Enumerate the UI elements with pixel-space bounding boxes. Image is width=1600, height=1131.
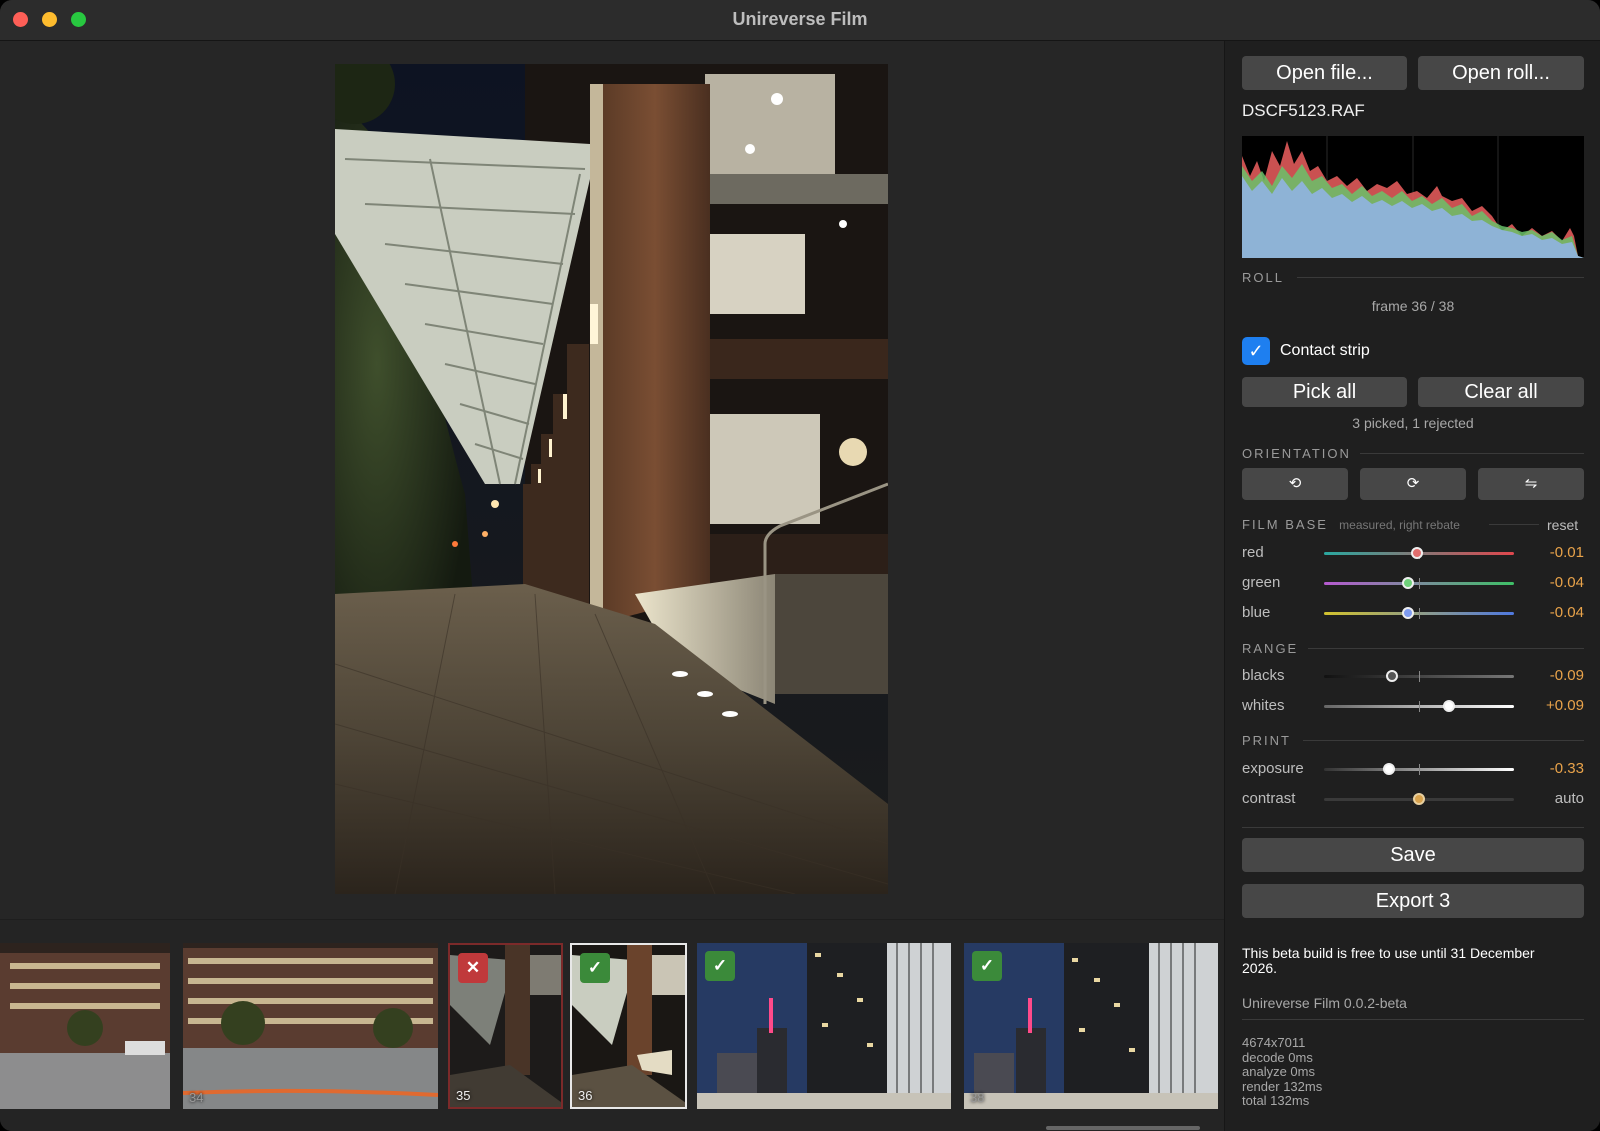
panel-divider <box>1242 827 1584 828</box>
green-slider-knob[interactable] <box>1402 577 1414 589</box>
stat-decode: decode 0ms <box>1242 1049 1313 1065</box>
exposure-value: -0.33 <box>1549 760 1584 777</box>
stat-total: total 132ms <box>1242 1093 1310 1108</box>
frame-counter: frame 36 / 38 <box>1371 298 1455 314</box>
panel-divider <box>1242 1019 1584 1020</box>
film-base-section-heading: FILM BASE measured, right rebate <box>1242 517 1460 532</box>
filmstrip[interactable]: 34 ✕ 35 ✓ 36 ✓ ✓ 38 <box>0 919 1224 1131</box>
section-divider <box>1303 740 1584 741</box>
film-base-note: measured, right rebate <box>1339 518 1460 532</box>
section-divider <box>1297 277 1584 278</box>
frame-thumbnail <box>964 943 1218 1109</box>
beta-notice: This beta build is free to use until 31 … <box>1242 945 1535 976</box>
green-label: green <box>1242 574 1281 591</box>
blue-value: -0.04 <box>1549 604 1584 621</box>
window-title: Unireverse Film <box>732 9 868 29</box>
filmstrip-frame[interactable]: 34 <box>183 943 438 1109</box>
red-label: red <box>1242 544 1264 561</box>
frame-number: 34 <box>189 1090 204 1105</box>
main-photo[interactable] <box>335 64 888 894</box>
photo-render <box>335 64 888 894</box>
exposure-slider-knob[interactable] <box>1383 763 1395 775</box>
frame-thumbnail <box>0 943 170 1109</box>
blue-label: blue <box>1242 604 1271 621</box>
contrast-label: contrast <box>1242 790 1296 807</box>
filmstrip-scrollbar[interactable] <box>1046 1126 1200 1130</box>
rotate-left-button[interactable]: ⟲ <box>1242 468 1348 500</box>
red-value: -0.01 <box>1549 544 1584 561</box>
histogram <box>1242 136 1584 258</box>
rotate-right-button[interactable]: ⟳ <box>1360 468 1466 500</box>
section-divider <box>1360 453 1584 454</box>
whites-label: whites <box>1242 697 1285 714</box>
section-divider <box>1489 524 1539 525</box>
clear-all-button[interactable]: Clear all <box>1418 377 1584 407</box>
contact-strip-checkbox[interactable]: ✓ <box>1242 337 1270 365</box>
open-roll-button[interactable]: Open roll... <box>1418 56 1584 90</box>
whites-slider-center-tick <box>1419 701 1420 712</box>
save-button[interactable]: Save <box>1242 838 1584 872</box>
blue-slider-knob[interactable] <box>1402 607 1414 619</box>
frame-thumbnail <box>697 943 951 1109</box>
blacks-value: -0.09 <box>1549 667 1584 684</box>
version-text: Unireverse Film 0.0.2-beta <box>1242 995 1407 1011</box>
control-panel: Open file... Open roll... DSCF5123.RAF R… <box>1224 41 1600 1131</box>
green-value: -0.04 <box>1549 574 1584 591</box>
whites-slider-knob[interactable] <box>1443 700 1455 712</box>
open-file-button[interactable]: Open file... <box>1242 56 1407 90</box>
frame-number: 35 <box>456 1088 471 1103</box>
frame-number: 38 <box>970 1090 985 1105</box>
stat-render: render 132ms <box>1242 1078 1323 1094</box>
app-window: Unireverse Film 34 ✕ 35 ✓ 36 ✓ ✓ 38 Open… <box>0 0 1600 1131</box>
filmstrip-frame-selected[interactable]: ✓ 36 <box>570 943 687 1109</box>
whites-value: +0.09 <box>1546 697 1584 714</box>
blacks-slider-center-tick <box>1419 671 1420 682</box>
print-section-heading: PRINT <box>1242 733 1291 748</box>
pick-all-button[interactable]: Pick all <box>1242 377 1407 407</box>
picked-badge[interactable]: ✓ <box>580 953 610 983</box>
blacks-slider-knob[interactable] <box>1386 670 1398 682</box>
frame-number: 36 <box>578 1088 593 1103</box>
histogram-graph <box>1242 136 1584 258</box>
film-base-heading: FILM BASE <box>1242 517 1328 532</box>
picked-badge[interactable]: ✓ <box>972 951 1002 981</box>
filmstrip-frame[interactable]: ✓ 38 <box>964 943 1218 1109</box>
contrast-slider-knob[interactable] <box>1413 793 1425 805</box>
file-name: DSCF5123.RAF <box>1242 101 1365 120</box>
filmstrip-frame[interactable] <box>0 943 170 1109</box>
green-slider-center-tick <box>1419 578 1420 589</box>
range-section-heading: RANGE <box>1242 641 1299 656</box>
film-base-reset-button[interactable]: reset <box>1547 517 1578 533</box>
rejected-badge[interactable]: ✕ <box>458 953 488 983</box>
exposure-label: exposure <box>1242 760 1304 777</box>
image-viewer <box>0 41 1224 919</box>
export-button[interactable]: Export 3 <box>1242 884 1584 918</box>
stat-analyze: analyze 0ms <box>1242 1064 1315 1079</box>
rotate-left-icon: ⟲ <box>1288 475 1302 492</box>
stat-dimensions: 4674x7011 <box>1242 1035 1306 1050</box>
filmstrip-frame-rejected[interactable]: ✕ 35 <box>448 943 563 1109</box>
contact-strip-label[interactable]: Contact strip <box>1280 342 1370 360</box>
filmstrip-frame[interactable]: ✓ <box>697 943 951 1109</box>
flip-button[interactable]: ⇋ <box>1478 468 1584 500</box>
frame-thumbnail <box>183 943 438 1109</box>
rotate-right-icon: ⟳ <box>1406 475 1420 492</box>
roll-section-heading: ROLL <box>1242 270 1284 285</box>
section-divider <box>1308 648 1584 649</box>
pick-summary: 3 picked, 1 rejected <box>1352 415 1474 431</box>
render-stats: 4674x7011 decode 0ms analyze 0ms render … <box>1242 1035 1323 1109</box>
red-slider-knob[interactable] <box>1411 547 1423 559</box>
orientation-section-heading: ORIENTATION <box>1242 446 1351 461</box>
picked-badge[interactable]: ✓ <box>705 951 735 981</box>
contrast-value: auto <box>1554 790 1584 807</box>
title-bar: Unireverse Film <box>0 0 1600 41</box>
exposure-slider-center-tick <box>1419 764 1420 775</box>
flip-icon: ⇋ <box>1524 475 1538 492</box>
blue-slider-center-tick <box>1419 608 1420 619</box>
blacks-label: blacks <box>1242 667 1285 684</box>
